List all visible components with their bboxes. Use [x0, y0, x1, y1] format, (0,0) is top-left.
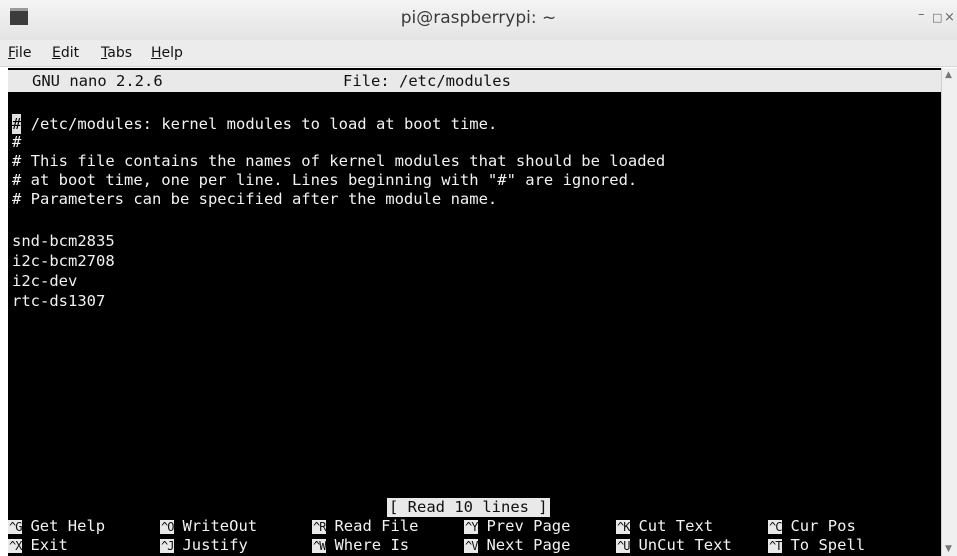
editor-line-10[interactable]: rtc-ds1307: [12, 291, 105, 311]
editor-line-8[interactable]: i2c-bcm2708: [12, 251, 115, 271]
shortcut-cur-pos[interactable]: ^C Cur Pos: [768, 517, 856, 536]
editor-line-4[interactable]: # at boot time, one per line. Lines begi…: [12, 170, 637, 190]
editor-line-1-text: /etc/modules: kernel modules to load at …: [30, 115, 498, 133]
maximize-icon[interactable]: □: [932, 11, 942, 24]
editor-line-9[interactable]: i2c-dev: [12, 271, 77, 291]
shortcut-label: Get Help: [30, 517, 106, 535]
shortcut-label: Exit: [30, 536, 68, 554]
menu-edit[interactable]: Edit: [52, 45, 79, 61]
shortcut-key: ^T: [768, 539, 782, 553]
shortcut-key: ^U: [616, 539, 630, 553]
shortcut-key: ^J: [160, 539, 174, 553]
shortcut-key: ^R: [312, 520, 326, 534]
terminal-area[interactable]: GNU nano 2.2.6 File: /etc/modules # /etc…: [8, 68, 941, 556]
shortcut-to-spell[interactable]: ^T To Spell: [768, 536, 865, 555]
shortcut-key: ^X: [8, 539, 22, 553]
shortcut-uncut-text[interactable]: ^U UnCut Text: [616, 536, 732, 555]
shortcut-label: Next Page: [486, 536, 571, 554]
shortcut-key: ^C: [768, 520, 782, 534]
shortcut-key: ^K: [616, 520, 630, 534]
shortcut-key: ^O: [160, 520, 174, 534]
text-cursor: #: [12, 114, 22, 134]
shortcut-where-is[interactable]: ^W Where Is: [312, 536, 409, 555]
terminal-scrollbar[interactable]: ▲ ▼: [941, 68, 957, 556]
scroll-down-icon[interactable]: ▼: [945, 544, 952, 554]
close-icon[interactable]: ×: [944, 10, 955, 25]
shortcut-label: Where Is: [334, 536, 410, 554]
window-titlebar[interactable]: pi@raspberrypi: ~ – □ ×: [0, 0, 957, 41]
shortcut-label: UnCut Text: [638, 536, 732, 554]
menu-bar: File Edit Tabs Help: [0, 40, 957, 67]
status-message: [ Read 10 lines ]: [387, 498, 550, 517]
shortcut-justify[interactable]: ^J Justify: [160, 536, 248, 555]
shortcut-label: Cut Text: [638, 517, 714, 535]
shortcut-key: ^Y: [464, 520, 478, 534]
shortcut-label: WriteOut: [182, 517, 258, 535]
shortcut-key: ^W: [312, 539, 326, 553]
shortcut-label: Justify: [182, 536, 248, 554]
menu-help[interactable]: Help: [151, 45, 183, 61]
nano-file-label: File: /etc/modules: [343, 72, 511, 90]
nano-version: GNU nano 2.2.6: [32, 72, 163, 90]
window-title: pi@raspberrypi: ~: [400, 8, 557, 28]
shortcut-key: ^V: [464, 539, 478, 553]
shortcut-get-help[interactable]: ^G Get Help: [8, 517, 105, 536]
shortcut-read-file[interactable]: ^R Read File: [312, 517, 418, 536]
shortcut-prev-page[interactable]: ^Y Prev Page: [464, 517, 570, 536]
menu-file[interactable]: File: [8, 45, 31, 61]
shortcut-label: Read File: [334, 517, 419, 535]
shortcut-exit[interactable]: ^X Exit: [8, 536, 68, 555]
shortcut-label: To Spell: [790, 536, 866, 554]
shortcut-cut-text[interactable]: ^K Cut Text: [616, 517, 713, 536]
shortcut-label: Prev Page: [486, 517, 571, 535]
editor-line-7[interactable]: snd-bcm2835: [12, 231, 115, 251]
shortcut-next-page[interactable]: ^V Next Page: [464, 536, 570, 555]
shortcut-key: ^G: [8, 520, 22, 534]
shortcut-writeout[interactable]: ^O WriteOut: [160, 517, 257, 536]
menu-tabs[interactable]: Tabs: [101, 45, 132, 61]
shortcut-label: Cur Pos: [790, 517, 856, 535]
editor-line-2[interactable]: #: [12, 132, 21, 152]
editor-line-1[interactable]: # /etc/modules: kernel modules to load a…: [12, 114, 497, 134]
minimize-icon[interactable]: –: [918, 7, 925, 22]
nano-header: GNU nano 2.2.6 File: /etc/modules: [8, 70, 941, 92]
scroll-up-icon[interactable]: ▲: [945, 70, 952, 80]
editor-line-5[interactable]: # Parameters can be specified after the …: [12, 189, 497, 209]
editor-line-3[interactable]: # This file contains the names of kernel…: [12, 151, 665, 171]
